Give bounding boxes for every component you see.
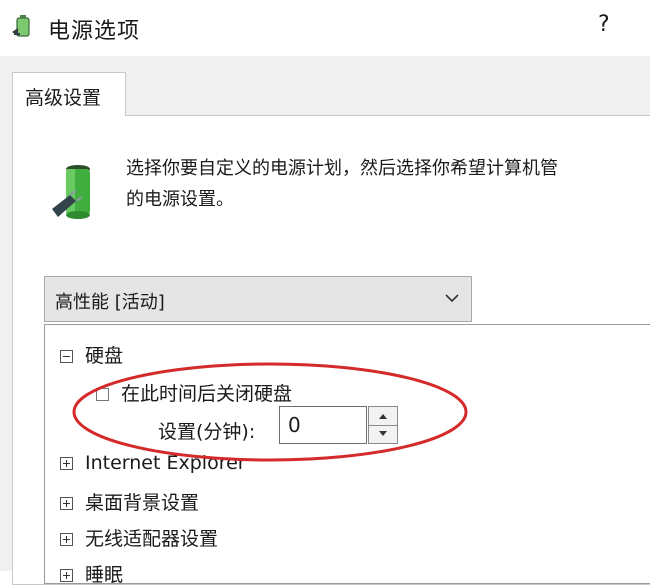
tab-label: 高级设置 — [25, 87, 102, 109]
minutes-input[interactable]: 0 — [279, 406, 367, 444]
tree-item-label: 硬盘 — [85, 345, 124, 367]
tree-item-label: 桌面背景设置 — [85, 492, 200, 514]
battery-plug-icon — [52, 165, 90, 219]
tree-item-label: 无线适配器设置 — [85, 528, 219, 550]
tab-advanced-settings[interactable]: 高级设置 — [12, 72, 126, 116]
expand-toggle-icon[interactable] — [60, 533, 73, 546]
chevron-down-icon — [445, 294, 459, 303]
description-text: 选择你要自定义的电源计划，然后选择你希望计算机管 的电源设置。 — [126, 153, 646, 215]
help-button[interactable]: ? — [598, 12, 610, 37]
tree-item-label: 睡眠 — [85, 564, 124, 586]
arrow-down-icon — [379, 431, 387, 436]
spin-down-button[interactable] — [369, 425, 397, 443]
tree-item-desktop-background[interactable]: 桌面背景设置 — [60, 488, 199, 515]
window-title: 电源选项 — [48, 19, 141, 44]
tree-item-wireless-adapter[interactable]: 无线适配器设置 — [60, 524, 218, 551]
power-plan-dropdown[interactable]: 高性能 [活动] — [44, 276, 472, 322]
spin-up-button[interactable] — [369, 407, 397, 426]
expand-toggle-icon[interactable] — [60, 457, 73, 470]
title-bar: 电源选项 ? — [0, 0, 650, 56]
power-options-icon — [12, 15, 30, 37]
power-plan-value: 高性能 [活动] — [55, 292, 165, 313]
arrow-up-icon — [379, 414, 387, 419]
tree-item-label: Internet Explorer — [85, 452, 246, 474]
description-line-2: 的电源设置。 — [126, 189, 234, 210]
minutes-spinner[interactable] — [368, 406, 398, 444]
description-line-1: 选择你要自定义的电源计划，然后选择你希望计算机管 — [126, 158, 558, 179]
tree-item-hard-disk[interactable]: 硬盘 — [60, 341, 123, 368]
setting-node-icon — [96, 388, 109, 401]
expand-toggle-icon[interactable] — [60, 497, 73, 510]
tree-item-internet-explorer[interactable]: Internet Explorer — [60, 452, 246, 474]
tree-item-sleep[interactable]: 睡眠 — [60, 560, 123, 587]
tree-item-label: 在此时间后关闭硬盘 — [121, 383, 293, 405]
setting-minutes-label: 设置(分钟): — [158, 421, 256, 443]
tree-item-turn-off-hard-disk[interactable]: 在此时间后关闭硬盘 — [96, 379, 292, 406]
collapse-toggle-icon[interactable] — [60, 350, 73, 363]
